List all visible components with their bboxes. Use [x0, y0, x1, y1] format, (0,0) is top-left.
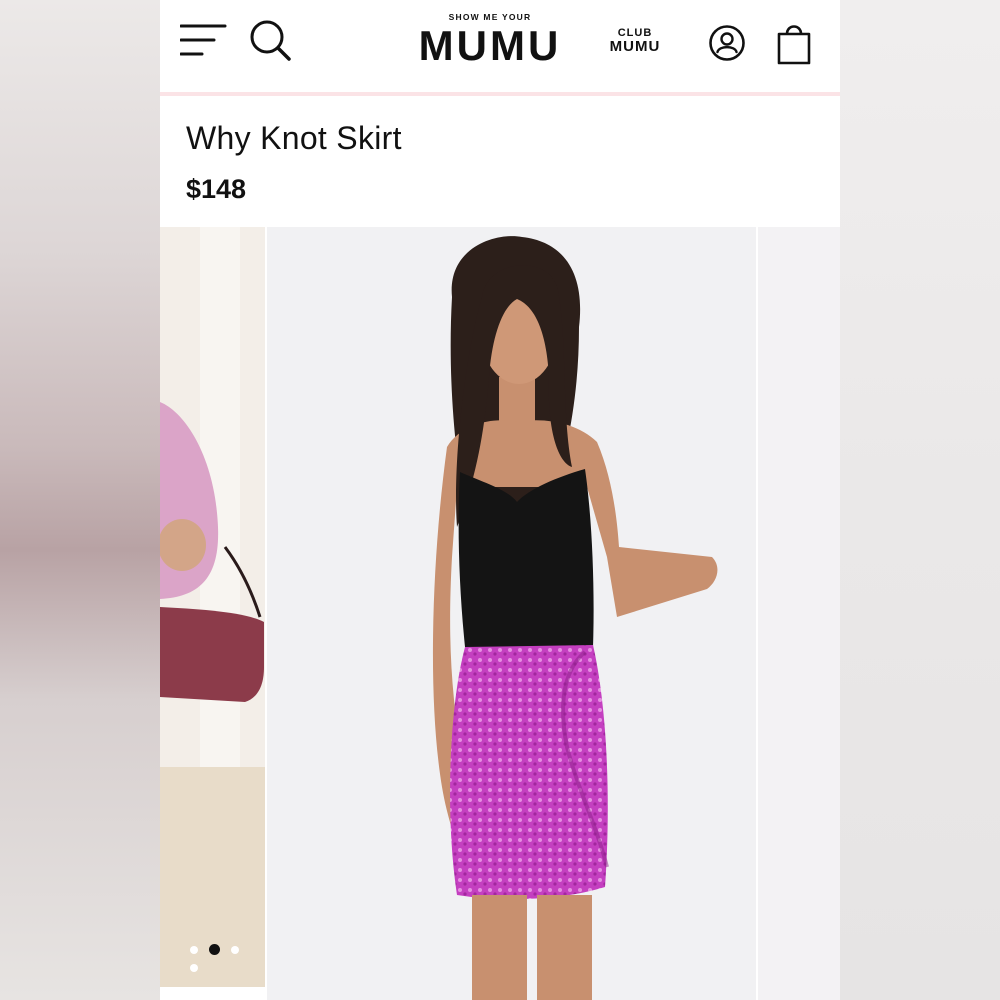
carousel-dots — [190, 941, 265, 972]
account-icon[interactable] — [708, 24, 746, 62]
carousel-dot[interactable] — [190, 963, 198, 972]
club-mumu-link[interactable]: CLUB MUMU — [600, 27, 670, 55]
club-name: MUMU — [609, 38, 661, 55]
carousel-dot-active[interactable] — [209, 944, 220, 956]
blurred-background-left — [0, 0, 160, 1000]
header-divider — [160, 92, 840, 96]
carousel-dot[interactable] — [231, 945, 239, 954]
shopping-bag-icon[interactable] — [774, 20, 814, 66]
menu-icon[interactable] — [180, 22, 228, 58]
product-model-image — [267, 227, 756, 1000]
carousel-dot[interactable] — [190, 945, 198, 954]
site-header: SHOW ME YOUR MUMU CLUB MUMU — [160, 0, 840, 92]
carousel-slide-previous[interactable] — [160, 227, 265, 987]
product-image-carousel[interactable] — [160, 227, 840, 1000]
brand-tagline: SHOW ME YOUR — [448, 12, 532, 22]
brand-logo[interactable]: SHOW ME YOUR MUMU — [415, 8, 565, 72]
blurred-background-right — [840, 0, 1000, 1000]
phone-screen: SHOW ME YOUR MUMU CLUB MUMU Why Knot Ski… — [160, 0, 840, 1000]
carousel-slide-next[interactable] — [758, 227, 840, 1000]
search-icon[interactable] — [248, 18, 292, 62]
carousel-slide-current[interactable] — [267, 227, 756, 1000]
brand-name: MUMU — [418, 22, 562, 69]
previous-slide-image — [160, 227, 265, 987]
product-title: Why Knot Skirt — [186, 120, 402, 156]
product-price: $148 — [186, 174, 247, 204]
